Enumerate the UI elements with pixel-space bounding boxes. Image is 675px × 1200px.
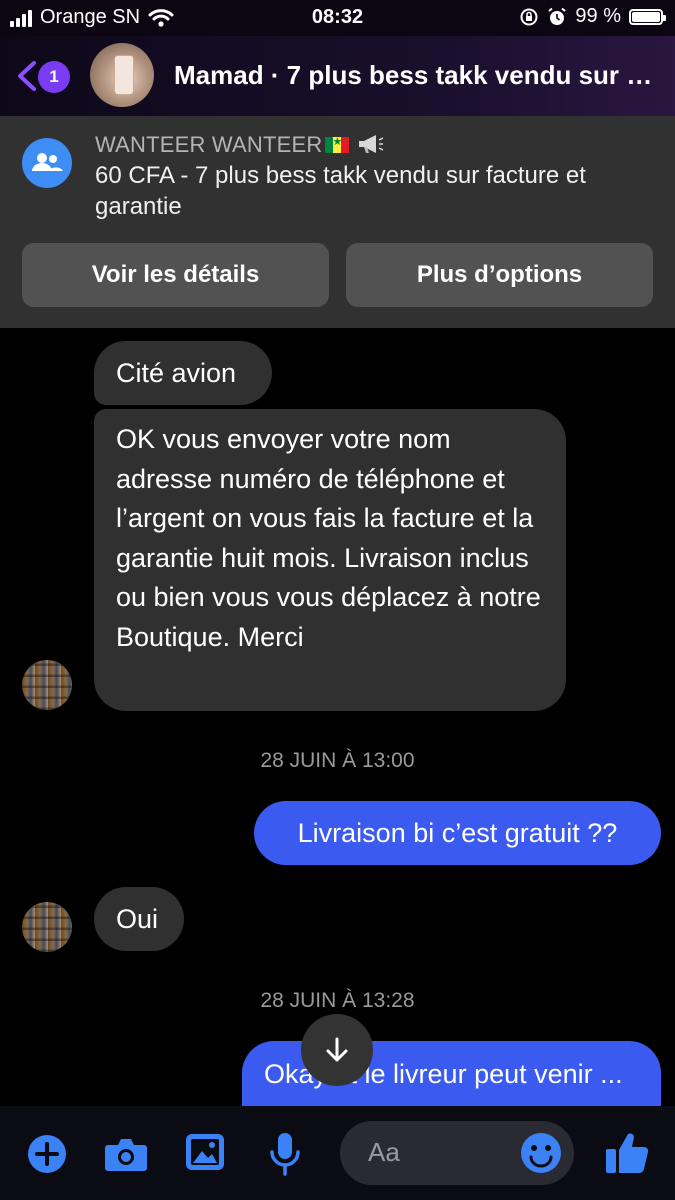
view-details-button[interactable]: Voir les détails: [22, 243, 329, 307]
conversation-title[interactable]: Mamad · 7 plus bess takk vendu sur factu…: [174, 60, 654, 91]
image-icon[interactable]: [185, 1133, 225, 1171]
group-icon: [22, 138, 72, 188]
phone-photo: [114, 55, 134, 95]
microphone-icon[interactable]: [268, 1132, 302, 1176]
battery-level-fill: [632, 11, 660, 22]
message-bubble-incoming[interactable]: Cité avion: [94, 341, 272, 405]
chevron-left-icon[interactable]: [14, 60, 40, 92]
avatar[interactable]: [22, 902, 72, 952]
plus-icon[interactable]: [27, 1134, 67, 1174]
listing-description: 60 CFA - 7 plus bess takk vendu sur fact…: [95, 162, 586, 220]
message-bubble-outgoing[interactable]: Livraison bi c’est gratuit ??: [254, 801, 661, 865]
message-input[interactable]: Aa: [340, 1121, 574, 1185]
thumbs-up-icon[interactable]: [604, 1130, 650, 1176]
more-options-button[interactable]: Plus d’options: [346, 243, 653, 307]
avatar[interactable]: [90, 43, 154, 107]
scroll-to-bottom-button[interactable]: [301, 1014, 373, 1086]
megaphone-icon: [358, 135, 384, 153]
conversation-header: 1 Mamad · 7 plus bess takk vendu sur fac…: [0, 36, 675, 116]
message-bubble-incoming[interactable]: OK vous envoyer votre nom adresse numéro…: [94, 409, 566, 711]
avatar[interactable]: [22, 660, 72, 710]
message-timestamp: 28 JUIN À 13:28: [260, 989, 415, 1012]
battery-icon: [629, 8, 666, 25]
seller-name: WANTEER WANTEER: [95, 132, 384, 158]
listing-banner: WANTEER WANTEER 60 CFA - 7 plus bess tak…: [0, 116, 675, 328]
message-timestamp: 28 JUIN À 13:00: [260, 749, 415, 772]
battery-percent: 99 %: [575, 5, 621, 27]
senegal-flag-icon: [325, 135, 350, 153]
message-input-placeholder: Aa: [368, 1137, 400, 1167]
composer-bar: Aa: [0, 1106, 675, 1200]
message-bubble-incoming[interactable]: Oui: [94, 887, 184, 951]
orientation-lock-icon: [520, 8, 538, 25]
emoji-icon[interactable]: [520, 1132, 562, 1174]
arrow-down-icon: [326, 1037, 348, 1062]
camera-icon[interactable]: [104, 1136, 148, 1172]
unread-count-badge[interactable]: 1: [38, 61, 70, 93]
alarm-icon: [548, 7, 567, 25]
status-bar: Orange SN 08:32 99 %: [0, 0, 675, 36]
